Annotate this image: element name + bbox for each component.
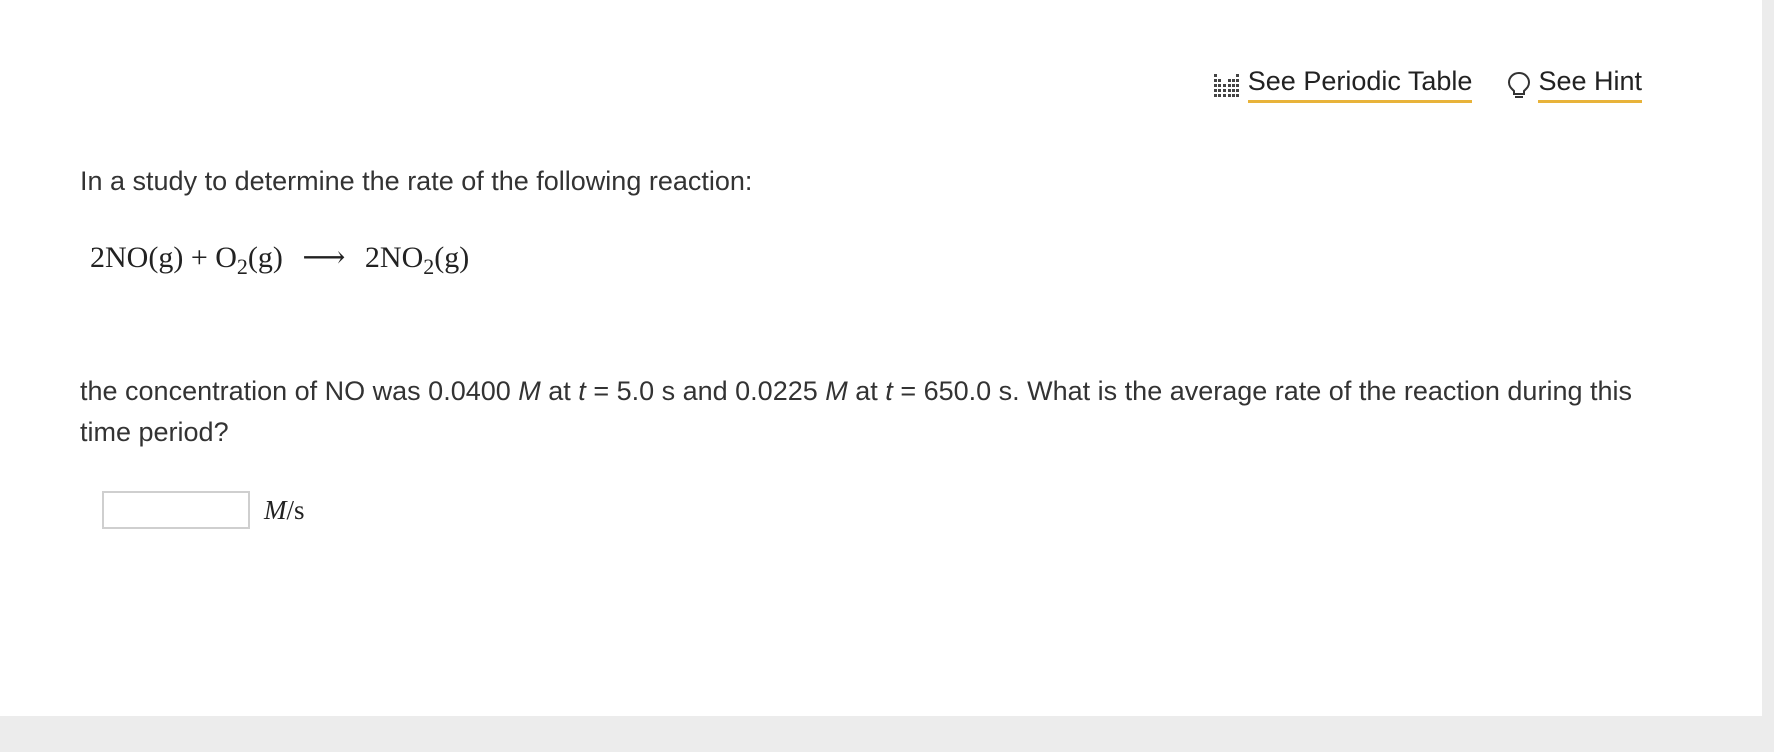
question-text-part: at [847,376,886,406]
state-3: (g) [434,241,470,274]
answer-row: M/s [102,491,305,529]
unit-per-second: /s [286,494,305,525]
unit-molarity: M [264,494,287,525]
o2-subscript: 2 [236,254,248,279]
time-symbol: t [578,376,586,406]
scrollbar-track[interactable] [1762,0,1774,716]
question-text: the concentration of NO was 0.0400 M at … [80,371,1680,453]
product-no2: 2NO [364,241,424,274]
periodic-table-icon [1212,72,1242,98]
lightbulb-icon [1506,70,1532,100]
reactant-no: 2NO [90,241,149,274]
question-text-part: = 5.0 s and 0.0225 [585,376,826,406]
time-symbol: t [885,376,893,406]
see-periodic-table-link[interactable]: See Periodic Table [1212,66,1473,103]
see-hint-link[interactable]: See Hint [1506,66,1642,103]
reaction-arrow: ⟶ [302,241,346,274]
plus-sign: + [190,241,208,274]
chemical-equation: 2NO(g) + O2(g) ⟶ 2NO2(g) [90,240,469,280]
see-periodic-table-label: See Periodic Table [1247,66,1473,103]
question-text-part: the concentration of NO was 0.0400 [80,376,519,406]
toolbar: See Periodic Table See Hint [1212,66,1642,103]
state-2: (g) [247,241,283,274]
question-intro: In a study to determine the rate of the … [80,166,753,196]
question-panel: See Periodic Table See Hint In a study t… [0,0,1762,716]
question-text-part: at [540,376,579,406]
see-hint-label: See Hint [1538,66,1642,103]
state-1: (g) [148,241,184,274]
reactant-o2: O [215,241,237,274]
molarity-symbol: M [825,376,848,406]
answer-unit: M/s [264,495,305,526]
no2-subscript: 2 [423,254,435,279]
answer-input[interactable] [102,491,250,529]
molarity-symbol: M [518,376,541,406]
